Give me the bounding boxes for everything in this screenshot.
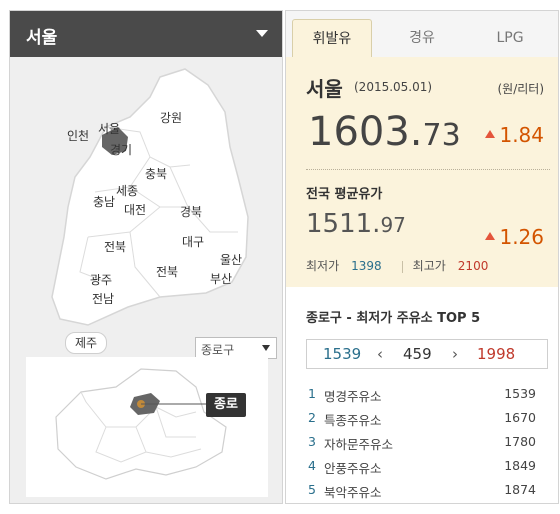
current-price-dec: 73 [422, 118, 461, 153]
national-price-int: 1511. [306, 209, 381, 239]
map-label-chungnam[interactable]: 충남 [93, 193, 115, 210]
station-price: 1849 [504, 458, 536, 473]
chevron-down-icon [262, 345, 270, 351]
price-panel: 휘발유 경유 LPG 서울 (2015.05.01) (원/리터) 1603.7… [285, 10, 559, 504]
arrow-up-icon [485, 129, 496, 138]
station-name[interactable]: 자하문주유소 [324, 434, 393, 453]
price-summary: 서울 (2015.05.01) (원/리터) 1603.73 1.84 전국 평… [286, 57, 558, 287]
map-label-daegu[interactable]: 대구 [182, 233, 204, 250]
pager-min-value: 1539 [323, 345, 362, 363]
map-label-incheon[interactable]: 인천 [67, 127, 89, 144]
pager-max-value: 1998 [477, 345, 516, 363]
map-label-busan[interactable]: 부산 [210, 270, 232, 287]
city-title: 서울 [306, 77, 343, 101]
region-selector[interactable]: 서울 [10, 11, 282, 57]
arrow-up-icon [485, 231, 496, 240]
station-rank: 4 [308, 458, 316, 473]
top5-title: 종로구 - 최저가 주유소 TOP 5 [306, 311, 481, 326]
map-label-gwangju[interactable]: 광주 [90, 271, 112, 288]
station-list: 1 명경주유소 1539 2 특종주유소 1670 3 자하문주유소 1780 … [306, 383, 550, 503]
min-price-value: 1398 [351, 259, 382, 273]
dropdown-arrow-icon[interactable] [256, 30, 268, 37]
map-label-chungbuk[interactable]: 충북 [145, 165, 167, 182]
min-price-label: 최저가 [306, 259, 340, 273]
station-price: 1539 [504, 386, 536, 401]
map-label-gyeonggi[interactable]: 경기 [110, 141, 132, 158]
map-label-jeonnam[interactable]: 전남 [92, 290, 114, 307]
list-item[interactable]: 5 북악주유소 1874 [306, 479, 550, 503]
district-select-value: 종로구 [201, 343, 235, 357]
map-label-daejeon[interactable]: 대전 [124, 201, 146, 218]
pager-mid-value: 459 [403, 345, 432, 363]
min-max-row: 최저가 1398 최고가 2100 [306, 257, 550, 274]
list-item[interactable]: 1 명경주유소 1539 [306, 383, 550, 407]
korea-map[interactable]: 인천 서울 강원 경기 충북 세종 충남 대전 경북 대구 울산 전북 전북 부… [10, 57, 282, 357]
separator [401, 260, 403, 273]
station-rank: 2 [308, 410, 316, 425]
seoul-map-svg[interactable] [26, 357, 268, 497]
current-price: 1603.73 [308, 109, 461, 155]
national-change: 1.26 [485, 225, 544, 249]
map-label-jeonbuk[interactable]: 전북 [104, 238, 126, 255]
price-date: (2015.05.01) [354, 80, 433, 94]
map-label-gangwon[interactable]: 강원 [160, 109, 182, 126]
district-select[interactable]: 종로구 [195, 337, 277, 359]
station-price: 1670 [504, 410, 536, 425]
station-price: 1780 [504, 434, 536, 449]
max-price-value: 2100 [457, 259, 489, 273]
national-change-value: 1.26 [499, 225, 544, 249]
map-label-gyeongbuk[interactable]: 경북 [180, 203, 202, 220]
national-average-title: 전국 평균유가 [306, 187, 383, 202]
current-change: 1.84 [485, 123, 544, 147]
current-change-value: 1.84 [499, 123, 544, 147]
tab-lpg[interactable]: LPG [470, 19, 550, 57]
current-price-int: 1603. [308, 109, 423, 155]
list-item[interactable]: 4 안풍주유소 1849 [306, 455, 550, 479]
map-label-sejong[interactable]: 세종 [116, 182, 138, 199]
fuel-tabs: 휘발유 경유 LPG [286, 11, 558, 58]
station-name[interactable]: 명경주유소 [324, 386, 382, 405]
map-label-ulsan[interactable]: 울산 [220, 251, 242, 268]
station-name[interactable]: 북악주유소 [324, 482, 382, 501]
national-price: 1511.97 [306, 209, 406, 239]
station-rank: 1 [308, 386, 316, 401]
top5-pager: 1539 ‹ 459 › 1998 [306, 339, 548, 369]
seoul-district-map[interactable] [26, 357, 268, 497]
map-label-jeju[interactable]: 제주 [65, 332, 107, 354]
station-rank: 3 [308, 434, 316, 449]
chevron-left-icon[interactable]: ‹ [377, 345, 383, 363]
tab-gasoline[interactable]: 휘발유 [292, 19, 372, 57]
divider [306, 169, 550, 170]
region-selected-label: 서울 [26, 28, 58, 48]
map-label-gyeongnam[interactable]: 전북 [156, 263, 178, 280]
national-price-dec: 97 [380, 213, 406, 237]
station-price: 1874 [504, 482, 536, 497]
list-item[interactable]: 3 자하문주유소 1780 [306, 431, 550, 455]
price-unit: (원/리터) [497, 82, 544, 96]
station-rank: 5 [308, 482, 316, 497]
station-name[interactable]: 안풍주유소 [324, 458, 382, 477]
district-tag: 종로 [206, 393, 246, 417]
list-item[interactable]: 2 특종주유소 1670 [306, 407, 550, 431]
max-price-label: 최고가 [412, 259, 446, 273]
map-label-seoul[interactable]: 서울 [98, 120, 120, 137]
chevron-right-icon[interactable]: › [452, 345, 458, 363]
station-name[interactable]: 특종주유소 [324, 410, 382, 429]
tab-diesel[interactable]: 경유 [382, 19, 462, 57]
